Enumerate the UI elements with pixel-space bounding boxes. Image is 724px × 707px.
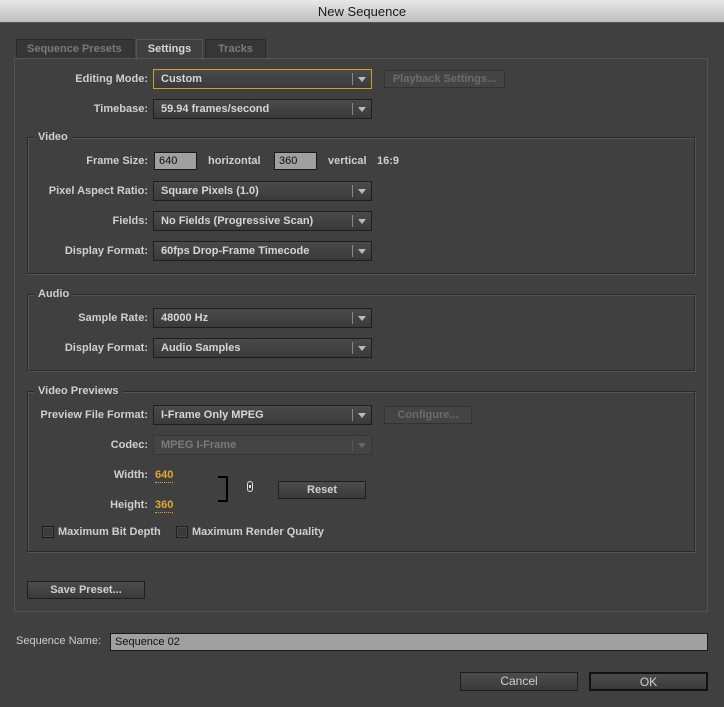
sample-rate-label: Sample Rate: (78, 312, 148, 324)
chevron-down-icon (358, 346, 366, 351)
timebase-value: 59.94 frames/second (161, 103, 270, 115)
dropdown-separator (352, 342, 353, 354)
dropdown-separator (352, 409, 353, 421)
editing-mode-label: Editing Mode: (75, 73, 148, 85)
preview-width-value[interactable]: 640 (155, 469, 174, 483)
audio-group: Audio (27, 287, 695, 371)
pixel-aspect-ratio-label: Pixel Aspect Ratio: (48, 185, 148, 197)
video-display-format-label: Display Format: (64, 245, 148, 257)
chevron-down-icon (358, 107, 366, 112)
chevron-down-icon (358, 413, 366, 418)
ok-button[interactable]: OK (589, 672, 708, 691)
cancel-button[interactable]: Cancel (460, 672, 578, 691)
reset-button[interactable]: Reset (278, 481, 366, 499)
video-display-format-select[interactable]: 60fps Drop-Frame Timecode (153, 241, 372, 261)
preview-file-format-label: Preview File Format: (40, 409, 148, 421)
audio-display-format-select[interactable]: Audio Samples (153, 338, 372, 358)
dropdown-separator (352, 103, 353, 115)
fields-select[interactable]: No Fields (Progressive Scan) (153, 211, 372, 231)
sample-rate-value: 48000 Hz (161, 312, 209, 324)
video-previews-group-title: Video Previews (34, 384, 123, 398)
chevron-down-icon (358, 219, 366, 224)
timebase-select[interactable]: 59.94 frames/second (153, 99, 372, 119)
window-title: New Sequence (0, 0, 724, 23)
tab-settings[interactable]: Settings (136, 39, 203, 60)
sequence-name-input[interactable]: Sequence 02 (110, 633, 708, 651)
video-group-title: Video (34, 130, 72, 144)
tab-bar: Sequence Presets Settings Tracks (16, 39, 268, 60)
codec-value: MPEG I-Frame (161, 439, 237, 451)
fields-value: No Fields (Progressive Scan) (161, 215, 314, 227)
max-render-quality-label: Maximum Render Quality (192, 526, 325, 538)
tab-tracks[interactable]: Tracks (205, 39, 266, 59)
dropdown-separator (352, 439, 353, 451)
max-bit-depth-label: Maximum Bit Depth (58, 526, 161, 538)
playback-settings-button[interactable]: Playback Settings... (384, 70, 505, 88)
audio-group-title: Audio (34, 287, 74, 301)
fields-label: Fields: (112, 215, 148, 227)
chevron-down-icon (358, 316, 366, 321)
chain-link-icon[interactable] (247, 481, 253, 492)
frame-size-label: Frame Size: (86, 155, 148, 167)
editing-mode-value: Custom (161, 73, 202, 85)
chevron-down-icon (358, 443, 366, 448)
sample-rate-select[interactable]: 48000 Hz (153, 308, 372, 328)
preview-file-format-select[interactable]: I-Frame Only MPEG (153, 405, 372, 425)
max-render-quality-checkbox[interactable] (176, 526, 188, 538)
codec-select[interactable]: MPEG I-Frame (153, 435, 372, 455)
vertical-label: vertical (328, 155, 367, 167)
sequence-name-label: Sequence Name: (16, 635, 101, 647)
aspect-ratio-text: 16:9 (377, 155, 400, 167)
dropdown-separator (352, 215, 353, 227)
video-display-format-value: 60fps Drop-Frame Timecode (161, 245, 310, 257)
dropdown-separator (352, 73, 353, 85)
pixel-aspect-ratio-value: Square Pixels (1.0) (161, 185, 259, 197)
pixel-aspect-ratio-select[interactable]: Square Pixels (1.0) (153, 181, 372, 201)
codec-label: Codec: (110, 439, 148, 451)
preview-file-format-value: I-Frame Only MPEG (161, 409, 264, 421)
audio-display-format-label: Display Format: (64, 342, 148, 354)
audio-display-format-value: Audio Samples (161, 342, 241, 354)
link-bracket (218, 476, 228, 502)
dropdown-separator (352, 245, 353, 257)
save-preset-button[interactable]: Save Preset... (27, 581, 145, 599)
chevron-down-icon (358, 77, 366, 82)
timebase-label: Timebase: (93, 103, 148, 115)
dropdown-separator (352, 185, 353, 197)
dropdown-separator (352, 312, 353, 324)
preview-height-value[interactable]: 360 (155, 499, 174, 513)
frame-height-input[interactable]: 360 (274, 152, 317, 170)
tab-sequence-presets[interactable]: Sequence Presets (16, 39, 134, 59)
configure-button[interactable]: Configure... (384, 406, 472, 424)
horizontal-label: horizontal (208, 155, 261, 167)
chevron-down-icon (358, 189, 366, 194)
preview-width-label: Width: (113, 469, 148, 481)
frame-width-input[interactable]: 640 (154, 152, 197, 170)
preview-height-label: Height: (110, 499, 148, 511)
editing-mode-select[interactable]: Custom (153, 69, 372, 89)
max-bit-depth-checkbox[interactable] (42, 526, 54, 538)
chevron-down-icon (358, 249, 366, 254)
